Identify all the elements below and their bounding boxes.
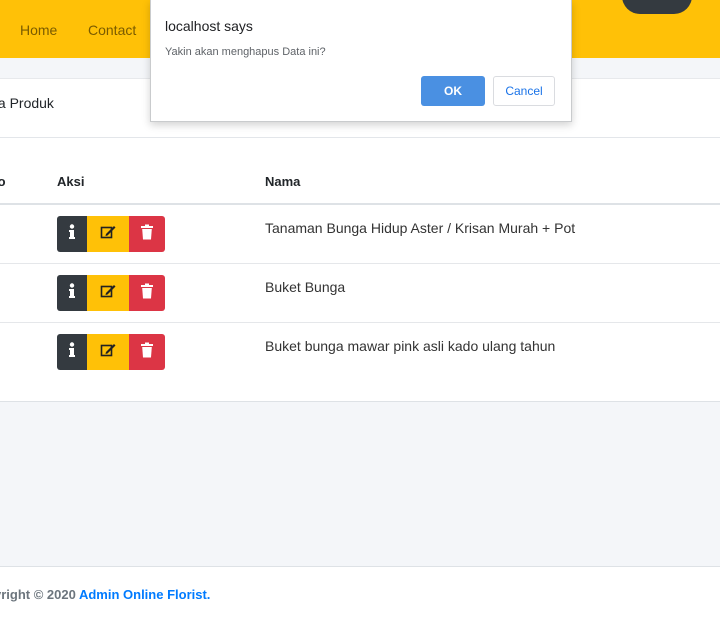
delete-button[interactable]	[129, 216, 165, 252]
info-icon	[68, 223, 76, 245]
row-divider	[0, 263, 720, 264]
cancel-button[interactable]: Cancel	[493, 76, 555, 106]
edit-button[interactable]	[87, 275, 129, 311]
card-title: ta Produk	[0, 95, 54, 111]
row-actions	[57, 275, 165, 311]
detail-button[interactable]	[57, 334, 87, 370]
info-icon	[68, 341, 76, 363]
detail-button[interactable]	[57, 216, 87, 252]
edit-icon	[100, 283, 116, 304]
edit-button[interactable]	[87, 216, 129, 252]
edit-icon	[100, 342, 116, 363]
row-name: Buket bunga mawar pink asli kado ulang t…	[265, 338, 556, 354]
confirm-dialog: localhost says Yakin akan menghapus Data…	[150, 0, 572, 122]
row-divider	[0, 322, 720, 323]
nav-home-link[interactable]: Home	[20, 22, 57, 38]
info-icon	[68, 282, 76, 304]
row-actions	[57, 216, 165, 252]
user-menu-toggle[interactable]	[622, 0, 692, 14]
dialog-message: Yakin akan menghapus Data ini?	[165, 46, 326, 58]
trash-icon	[140, 224, 154, 245]
row-name: Buket Bunga	[265, 279, 346, 295]
delete-button[interactable]	[129, 275, 165, 311]
delete-button[interactable]	[129, 334, 165, 370]
row-actions	[57, 334, 165, 370]
dialog-title: localhost says	[165, 18, 253, 34]
footer-link[interactable]: Admin Online Florist.	[79, 587, 210, 602]
footer-prefix: yright © 2020	[0, 587, 79, 602]
th-aksi: Aksi	[57, 174, 85, 189]
trash-icon	[140, 283, 154, 304]
edit-icon	[100, 224, 116, 245]
table-header-divider	[0, 203, 720, 205]
th-no: lo	[0, 174, 6, 189]
footer-copyright: yright © 2020 Admin Online Florist.	[0, 587, 210, 602]
detail-button[interactable]	[57, 275, 87, 311]
page-footer: yright © 2020 Admin Online Florist.	[0, 566, 720, 620]
product-card: ta Produk lo Aksi Nama Tanaman Bunga Hid…	[0, 78, 720, 402]
row-name: Tanaman Bunga Hidup Aster / Krisan Murah…	[265, 220, 576, 236]
th-nama: Nama	[265, 174, 301, 189]
edit-button[interactable]	[87, 334, 129, 370]
nav-contact-link[interactable]: Contact	[88, 22, 136, 38]
ok-button[interactable]: OK	[421, 76, 485, 106]
trash-icon	[140, 342, 154, 363]
